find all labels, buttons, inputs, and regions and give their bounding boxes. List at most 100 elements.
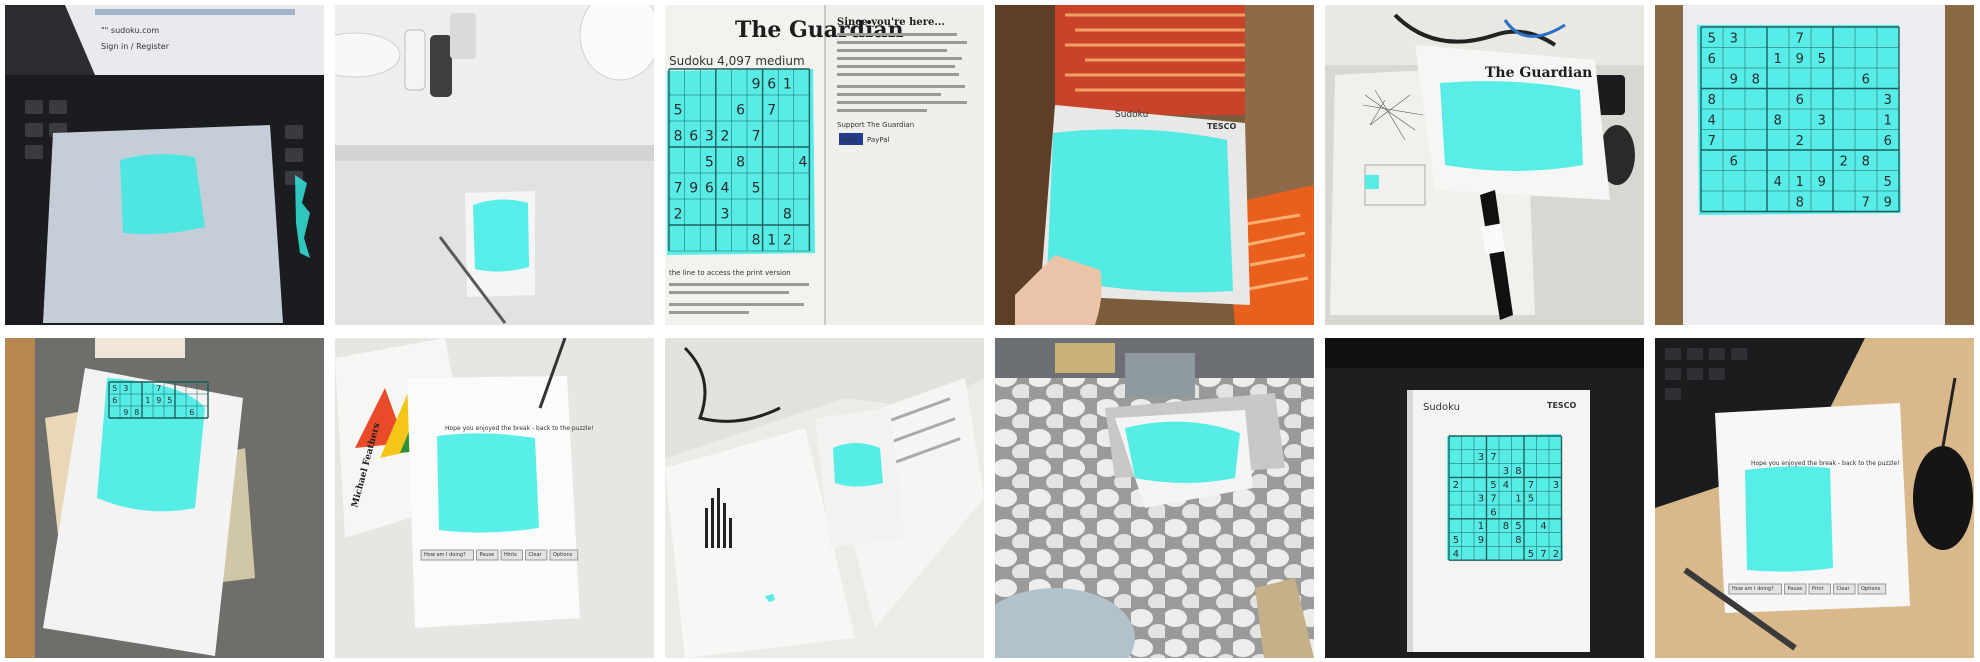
- svg-text:Sudoku: Sudoku: [1423, 402, 1460, 413]
- sudoku-digit: 6: [1862, 72, 1870, 87]
- sudoku-digit: 6: [1730, 154, 1738, 169]
- sudoku-digit: 6: [1796, 93, 1804, 108]
- sudoku-digit: 5: [167, 396, 172, 405]
- sudoku-digit: 6: [1708, 52, 1716, 67]
- sudoku-digit: 3: [1478, 452, 1484, 463]
- sudoku-digit: 3: [123, 384, 128, 393]
- kitchen-shelf-photo: [335, 5, 654, 325]
- sudoku-digit: 9: [689, 181, 698, 197]
- sudoku-digit: 4: [1503, 480, 1509, 491]
- sudoku-digit: 6: [112, 396, 117, 405]
- sudoku-digit: 3: [1818, 113, 1826, 128]
- sudoku-digit: 5: [1515, 521, 1521, 532]
- svg-text:Sudoku: Sudoku: [1115, 110, 1148, 120]
- sudoku-digit: 8: [1515, 466, 1521, 477]
- sudoku-digit: 3: [1478, 494, 1484, 505]
- sudoku-digit: 8: [736, 155, 745, 171]
- sudoku-digit: 2: [1453, 480, 1459, 491]
- sudoku-digit: 9: [1884, 195, 1892, 210]
- sudoku-digit: 2: [783, 233, 792, 249]
- svg-text:Since you're here...: Since you're here...: [837, 17, 945, 28]
- sudoku-digit: 7: [1490, 494, 1496, 505]
- sudoku-digit: 2: [720, 129, 729, 145]
- sudoku-digit: 3: [1884, 93, 1892, 108]
- sudoku-digit: 3: [1730, 31, 1738, 46]
- printed-sudoku-sheet-photo: 537619598686348317266284195879: [1655, 5, 1974, 325]
- sudoku-digit: 8: [1774, 113, 1782, 128]
- sudoku-digit: 8: [783, 207, 792, 223]
- sudoku-digit: 1: [1515, 494, 1521, 505]
- sudoku-digit: 3: [705, 129, 714, 145]
- svg-text:VISA: VISA: [841, 136, 857, 144]
- sudoku-digit: 7: [767, 103, 776, 119]
- sudoku-digit: 4: [1453, 549, 1459, 560]
- svg-text:Sudoku 4,097 medium: Sudoku 4,097 medium: [669, 54, 805, 68]
- sudoku-digit: 9: [1796, 52, 1804, 67]
- sudoku-digit: 4: [1540, 521, 1546, 532]
- sudoku-digit: 1: [1884, 113, 1892, 128]
- sudoku-digit: 5: [1528, 494, 1534, 505]
- printout-button-label: Print: [1812, 586, 1824, 592]
- sudoku-digit: 8: [134, 408, 139, 417]
- sudoku-digit: 4: [1708, 113, 1716, 128]
- sudoku-digit: 6: [689, 129, 698, 145]
- sudoku-digit: 2: [674, 207, 683, 223]
- sudoku-digit: 8: [1503, 521, 1509, 532]
- tesco-booklet-cushion-photo: Sudoku TESCO: [995, 5, 1314, 325]
- sudoku-digit: 6: [736, 103, 745, 119]
- sudoku-digit: 5: [1453, 535, 1459, 546]
- svg-text:TESCO: TESCO: [1207, 122, 1237, 131]
- photo-grid: "" sudoku.com Sign in / Register The Gua…: [5, 5, 1974, 658]
- sudoku-digit: 9: [1478, 535, 1484, 546]
- printout-button-label: How am I doing?: [1732, 586, 1774, 592]
- sudoku-digit: 7: [1528, 480, 1534, 491]
- sudoku-digit: 5: [1818, 52, 1826, 67]
- printout-button-label: Hints: [504, 552, 517, 558]
- keyboard-mouse-printout-photo: Hope you enjoyed the break - back to the…: [1655, 338, 1974, 658]
- sudoku-digit: 3: [1503, 466, 1509, 477]
- sudoku-digit: 7: [1862, 195, 1870, 210]
- sudoku-digit: 5: [705, 155, 714, 171]
- sudoku-digit: 1: [145, 396, 150, 405]
- sheet-on-cards-photo: 5376195986: [5, 338, 324, 658]
- tesco-booklet-dark-table-photo: Sudoku TESCO 3738254733715618545984572: [1325, 338, 1644, 658]
- open-textbook-photo: [665, 338, 984, 658]
- sudoku-digit: 3: [1553, 480, 1559, 491]
- sudoku-digit: 8: [1752, 72, 1760, 87]
- polka-dot-tablecloth-photo: [995, 338, 1314, 658]
- sudoku-digit: 3: [720, 207, 729, 223]
- sudoku-digit: 5: [112, 384, 117, 393]
- sudoku-digit: 7: [1490, 452, 1496, 463]
- sudoku-digit: 2: [1796, 134, 1804, 149]
- printout-button-label: Options: [1861, 586, 1881, 592]
- svg-text:The Guardian: The Guardian: [1485, 65, 1592, 81]
- svg-text:Sign in / Register: Sign in / Register: [101, 42, 170, 51]
- printout-button-label: Clear: [1837, 586, 1851, 592]
- sudoku-digit: 8: [1515, 535, 1521, 546]
- sudoku-digit: 5: [1708, 31, 1716, 46]
- printout-button-label: Pause: [480, 552, 495, 558]
- sudoku-digit: 1: [1478, 521, 1484, 532]
- sudoku-digit: 1: [1774, 52, 1782, 67]
- svg-text:"" sudoku.com: "" sudoku.com: [101, 26, 159, 35]
- svg-text:TESCO: TESCO: [1547, 401, 1577, 410]
- sudoku-digit: 8: [674, 129, 683, 145]
- sudoku-digit: 2: [1553, 549, 1559, 560]
- sudoku-digit: 4: [720, 181, 729, 197]
- svg-text:PayPal: PayPal: [867, 136, 890, 144]
- sudoku-digit: 6: [189, 408, 194, 417]
- sudoku-digit: 1: [1796, 175, 1804, 190]
- sudoku-digit: 7: [752, 129, 761, 145]
- printout-button-label: Clear: [529, 552, 543, 558]
- laptop-photo: "" sudoku.com Sign in / Register: [5, 5, 324, 325]
- sudoku-digit: 4: [1774, 175, 1782, 190]
- guardian-newspaper-photo: The Guardian Sudoku 4,097 medium Since y…: [665, 5, 984, 325]
- sudoku-digit: 6: [1884, 134, 1892, 149]
- guardian-desk-pen-photo: The Guardian: [1325, 5, 1644, 325]
- sudoku-digit: 9: [156, 396, 161, 405]
- web-printout-colorful-book-photo: Michael Feathers Hope you enjoyed the br…: [335, 338, 654, 658]
- sudoku-digit: 2: [1840, 154, 1848, 169]
- svg-text:Support The Guardian: Support The Guardian: [837, 121, 914, 129]
- svg-text:the line to access the print v: the line to access the print version: [669, 269, 791, 277]
- sudoku-digit: 4: [798, 155, 807, 171]
